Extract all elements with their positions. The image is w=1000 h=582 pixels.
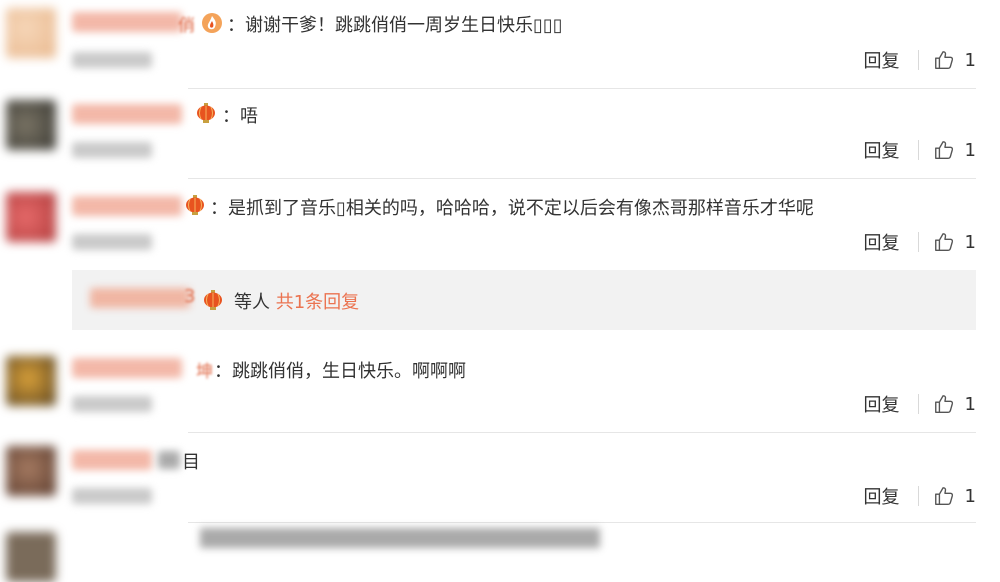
thumbs-up-icon[interactable]: [933, 139, 955, 161]
username-tail[interactable]: 俏: [178, 11, 195, 36]
timestamp: [72, 234, 152, 250]
username-blur-extra: [158, 451, 180, 469]
avatar[interactable]: [6, 532, 56, 582]
reply-button[interactable]: 回复: [864, 391, 900, 417]
reply-button[interactable]: 回复: [864, 483, 900, 509]
lantern-badge-icon: [197, 103, 215, 123]
comment-text: ：谢谢干爹！跳跳俏俏一周岁生日快乐▯▯▯: [227, 15, 563, 36]
comment-text: ：跳跳俏俏，生日快乐。啊啊啊: [214, 361, 466, 382]
username[interactable]: [72, 358, 182, 378]
timestamp: [72, 396, 152, 412]
thumbs-up-icon[interactable]: [933, 49, 955, 71]
like-count: 1: [964, 139, 976, 161]
comment-actions: 回复 1: [864, 137, 976, 163]
comment-text: ：是抓到了音乐▯相关的吗，哈哈哈，说不定以后会有像杰哥那样音乐才华呢: [210, 198, 814, 219]
comment-actions: 回复 1: [864, 483, 976, 509]
comment-divider: [188, 178, 976, 179]
like-count: 1: [964, 485, 976, 507]
username-tail[interactable]: 坤: [196, 357, 213, 382]
reply-button[interactable]: 回复: [864, 229, 900, 255]
comment-actions: 回复 1: [864, 47, 976, 73]
username[interactable]: [72, 104, 182, 124]
sub-reply-suffix: 等人: [234, 292, 270, 313]
divider: [917, 232, 919, 252]
next-comment-cutoff: [200, 528, 600, 548]
reply-button[interactable]: 回复: [864, 47, 900, 73]
divider: [917, 486, 919, 506]
divider: [917, 394, 919, 414]
thumbs-up-icon[interactable]: [933, 393, 955, 415]
comment-actions: 回复 1: [864, 229, 976, 255]
avatar[interactable]: [6, 356, 56, 406]
comment-text: 目: [182, 452, 200, 473]
sub-reply-username-tail[interactable]: 3: [184, 286, 195, 307]
like-count: 1: [964, 393, 976, 415]
timestamp: [72, 142, 152, 158]
avatar[interactable]: [6, 8, 56, 58]
divider: [917, 140, 919, 160]
comment-divider: [188, 432, 976, 433]
lantern-badge-icon: [186, 195, 204, 215]
flame-badge-icon: [202, 13, 222, 33]
like-count: 1: [964, 49, 976, 71]
like-count: 1: [964, 231, 976, 253]
lantern-badge-icon: [204, 290, 222, 310]
sub-reply-summary: 等人 共1条回复: [234, 288, 359, 314]
username[interactable]: [72, 196, 182, 216]
thumbs-up-icon[interactable]: [933, 485, 955, 507]
timestamp: [72, 488, 152, 504]
comment-divider: [188, 88, 976, 89]
sub-reply-bar: 3 等人 共1条回复: [72, 270, 976, 330]
divider: [917, 50, 919, 70]
username[interactable]: [72, 12, 182, 32]
avatar[interactable]: [6, 100, 56, 150]
timestamp: [72, 52, 152, 68]
comment-text: ：唔: [222, 106, 258, 127]
sub-reply-username[interactable]: [90, 288, 190, 308]
username[interactable]: [72, 450, 152, 470]
view-replies-link[interactable]: 共1条回复: [276, 292, 359, 313]
comment-divider: [188, 522, 976, 523]
reply-button[interactable]: 回复: [864, 137, 900, 163]
comment-actions: 回复 1: [864, 391, 976, 417]
avatar[interactable]: [6, 446, 56, 496]
avatar[interactable]: [6, 192, 56, 242]
thumbs-up-icon[interactable]: [933, 231, 955, 253]
